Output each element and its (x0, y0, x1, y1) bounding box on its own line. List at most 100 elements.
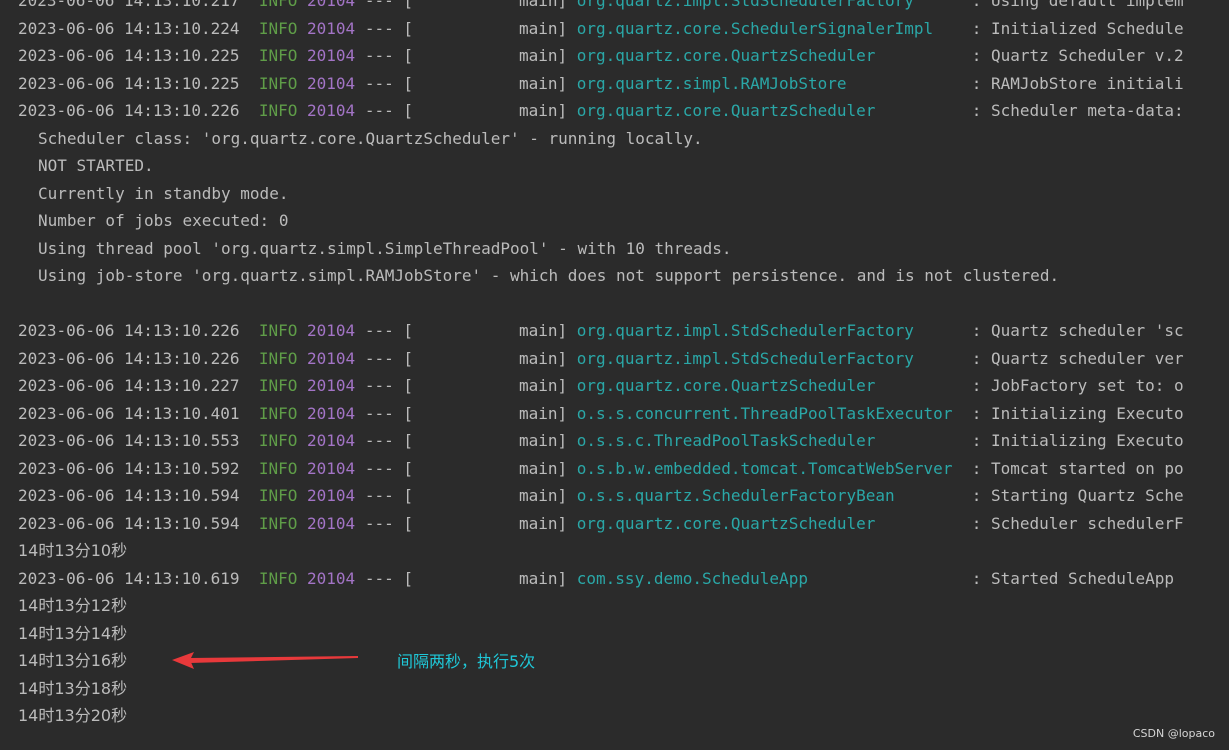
log-pid: 20104 (307, 348, 356, 368)
log-timestamp: 2023-06-06 14:13:10.553 (18, 431, 240, 450)
log-pid: 20104 (307, 18, 356, 38)
log-level: INFO (258, 46, 298, 65)
log-separator: --- [ (364, 486, 413, 505)
log-logger: org.quartz.core.QuartzScheduler (576, 46, 963, 65)
log-line: 2023-06-06 14:13:10.226 INFO 20104 --- [… (18, 345, 1229, 373)
log-pid: 20104 (307, 431, 356, 450)
log-thread: main] (518, 458, 568, 478)
log-line: 2023-06-06 14:13:10.619 INFO 20104 --- [… (18, 565, 1229, 593)
log-message: : Starting Quartz Sche (971, 486, 1184, 505)
log-logger: o.s.s.c.ThreadPoolTaskScheduler (576, 431, 963, 450)
log-separator: --- [ (364, 0, 413, 10)
log-level: INFO (258, 403, 298, 423)
log-pid: 20104 (307, 376, 356, 395)
log-pid: 20104 (307, 403, 356, 423)
arrow-shaft (190, 656, 358, 663)
log-message: : Tomcat started on po (971, 458, 1184, 478)
log-timestamp: 2023-06-06 14:13:10.227 (18, 376, 240, 395)
log-timestamp: 2023-06-06 14:13:10.401 (18, 403, 240, 423)
log-message: : Using default implem (971, 0, 1184, 10)
log-level: INFO (258, 0, 298, 10)
log-thread: main] (518, 513, 568, 533)
log-thread: main] (518, 403, 568, 423)
log-timestamp: 2023-06-06 14:13:10.592 (18, 458, 240, 478)
log-line: 2023-06-06 14:13:10.225 INFO 20104 --- [… (18, 42, 1229, 70)
log-logger: o.s.s.quartz.SchedulerFactoryBean (576, 486, 963, 505)
log-pid: 20104 (307, 101, 356, 120)
log-line: 2023-06-06 14:13:10.553 INFO 20104 --- [… (18, 427, 1229, 455)
log-logger: o.s.b.w.embedded.tomcat.TomcatWebServer (576, 458, 963, 478)
log-pid: 20104 (307, 458, 356, 478)
log-level: INFO (258, 101, 298, 120)
log-message: : Quartz Scheduler v.2 (971, 46, 1184, 65)
stdout-line: 14时13分14秒 (18, 623, 128, 643)
scheduler-metadata-line: Scheduler class: 'org.quartz.core.Quartz… (38, 128, 703, 148)
log-separator: --- [ (364, 376, 413, 395)
log-message: : Started ScheduleApp (971, 568, 1175, 588)
log-thread: main] (518, 0, 568, 10)
stdout-line: 14时13分20秒 (18, 706, 128, 725)
log-pid: 20104 (307, 486, 356, 505)
log-separator: --- [ (364, 46, 413, 65)
log-level: INFO (258, 486, 298, 505)
log-pid: 20104 (307, 73, 356, 93)
log-line: 2023-06-06 14:13:10.227 INFO 20104 --- [… (18, 372, 1229, 400)
log-timestamp: 2023-06-06 14:13:10.225 (18, 46, 240, 65)
log-line: 2023-06-06 14:13:10.226 INFO 20104 --- [… (18, 317, 1229, 345)
log-logger: com.ssy.demo.ScheduleApp (576, 568, 963, 588)
log-timestamp: 2023-06-06 14:13:10.594 (18, 513, 240, 533)
log-thread: main] (518, 101, 568, 120)
scheduler-metadata-line: Using job-store 'org.quartz.simpl.RAMJob… (38, 266, 1060, 285)
log-line: 2023-06-06 14:13:10.225 INFO 20104 --- [… (18, 70, 1229, 98)
log-message: : Quartz scheduler 'sc (971, 321, 1184, 340)
log-thread: main] (518, 348, 568, 368)
log-message: : Scheduler meta-data: (971, 101, 1184, 120)
scheduler-metadata-line: Using thread pool 'org.quartz.simpl.Simp… (38, 238, 732, 258)
log-separator: --- [ (364, 348, 413, 368)
log-separator: --- [ (364, 403, 413, 423)
log-timestamp: 2023-06-06 14:13:10.224 (18, 18, 240, 38)
watermark: CSDN @lopaco (1132, 727, 1215, 740)
log-thread: main] (518, 46, 568, 65)
log-logger: o.s.s.concurrent.ThreadPoolTaskExecutor (576, 403, 963, 423)
log-line: 2023-06-06 14:13:10.592 INFO 20104 --- [… (18, 455, 1229, 483)
log-logger: org.quartz.core.QuartzScheduler (576, 513, 963, 533)
log-level: INFO (258, 513, 298, 533)
log-line: 2023-06-06 14:13:10.224 INFO 20104 --- [… (18, 15, 1229, 43)
log-level: INFO (258, 431, 298, 450)
log-pid: 20104 (307, 568, 356, 588)
log-timestamp: 2023-06-06 14:13:10.619 (18, 568, 240, 588)
log-thread: main] (518, 431, 568, 450)
log-logger: org.quartz.impl.StdSchedulerFactory (576, 0, 963, 10)
log-logger: org.quartz.core.QuartzScheduler (576, 101, 963, 120)
log-line: 2023-06-06 14:13:10.401 INFO 20104 --- [… (18, 400, 1229, 428)
log-line: 2023-06-06 14:13:10.226 INFO 20104 --- [… (18, 97, 1229, 125)
scheduler-metadata-line: Number of jobs executed: 0 (38, 211, 289, 230)
log-separator: --- [ (364, 513, 413, 533)
log-message: : Quartz scheduler ver (971, 348, 1184, 368)
log-line: 2023-06-06 14:13:10.594 INFO 20104 --- [… (18, 482, 1229, 510)
log-level: INFO (258, 73, 298, 93)
log-thread: main] (518, 568, 568, 588)
log-logger: org.quartz.core.QuartzScheduler (576, 376, 963, 395)
log-message: : RAMJobStore initiali (971, 73, 1184, 93)
log-separator: --- [ (364, 458, 413, 478)
log-timestamp: 2023-06-06 14:13:10.217 (18, 0, 240, 10)
annotation-text: 间隔两秒，执行5次 (397, 652, 536, 671)
annotation-arrow-icon (172, 652, 358, 669)
log-level: INFO (258, 458, 298, 478)
log-timestamp: 2023-06-06 14:13:10.226 (18, 321, 240, 340)
log-logger: org.quartz.impl.StdSchedulerFactory (576, 321, 963, 340)
log-separator: --- [ (364, 568, 413, 588)
log-level: INFO (258, 321, 298, 340)
log-timestamp: 2023-06-06 14:13:10.594 (18, 486, 240, 505)
log-thread: main] (518, 73, 568, 93)
stdout-line: 14时13分10秒 (18, 541, 128, 560)
log-pid: 20104 (307, 0, 356, 10)
log-separator: --- [ (364, 321, 413, 340)
stdout-line: 14时13分12秒 (18, 596, 128, 615)
log-thread: main] (518, 18, 568, 38)
log-level: INFO (258, 568, 298, 588)
log-timestamp: 2023-06-06 14:13:10.226 (18, 101, 240, 120)
